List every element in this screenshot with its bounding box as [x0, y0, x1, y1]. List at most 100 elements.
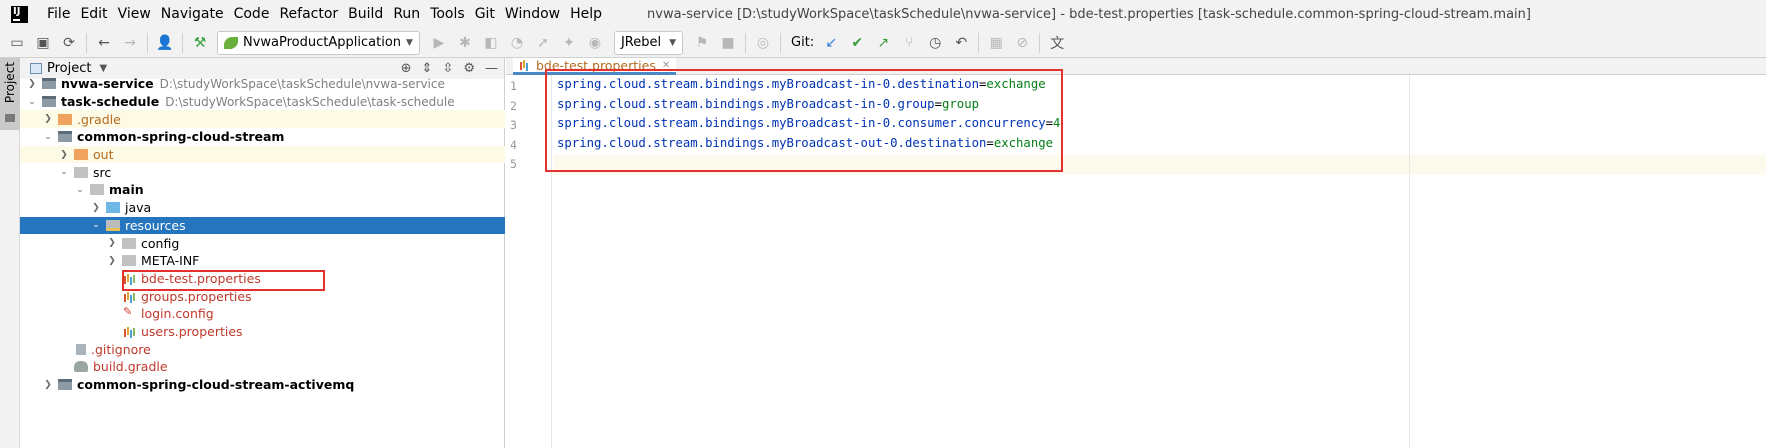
project-panel-title[interactable]: Project [47, 61, 91, 76]
tree-item-label: resources [125, 217, 186, 233]
git-merge-icon[interactable]: ⑂ [896, 30, 922, 56]
tree-item-label: META-INF [141, 253, 200, 269]
chevron-right-icon[interactable]: ❯ [106, 238, 118, 248]
menu-window[interactable]: Window [500, 0, 565, 28]
project-tool-window-tab[interactable]: Project [0, 58, 20, 130]
chevron-right-icon[interactable]: ❯ [106, 256, 118, 266]
expand-all-icon[interactable]: ⇕ [422, 61, 433, 76]
chevron-down-icon: ▼ [406, 37, 413, 48]
chevron-right-icon[interactable]: ❯ [90, 203, 102, 213]
save-all-icon[interactable]: ▣ [30, 30, 56, 56]
menu-git[interactable]: Git [470, 0, 500, 28]
menu-edit[interactable]: Edit [75, 0, 112, 28]
sync-icon[interactable]: ⟳ [56, 30, 82, 56]
git-commit-icon[interactable]: ✔ [844, 30, 870, 56]
search-everywhere-icon[interactable]: ◎ [750, 30, 776, 56]
chevron-down-icon[interactable]: ▼ [99, 63, 107, 74]
jrebel-run-icon[interactable]: ➚ [530, 30, 556, 56]
chevron-down-icon[interactable]: ⌄ [58, 167, 70, 177]
git-push-icon[interactable]: ↗ [870, 30, 896, 56]
menu-navigate[interactable]: Navigate [156, 0, 229, 28]
disabled-icon[interactable]: ⊘ [1009, 30, 1035, 56]
config-file-icon [122, 305, 136, 319]
tree-item-build-gradle[interactable]: build.gradle [20, 358, 505, 376]
tree-item-label: main [109, 182, 144, 198]
translate-icon[interactable]: 文 [1044, 30, 1070, 56]
line-number: 2 [510, 98, 517, 113]
chevron-right-icon[interactable]: ❯ [42, 114, 54, 124]
chart-icon[interactable]: ▦ [983, 30, 1009, 56]
jrebel-select[interactable]: JRebel ▼ [613, 30, 684, 55]
build-hammer-icon[interactable]: ⚒ [187, 30, 213, 56]
tree-item-common-spring-cloud-stream[interactable]: ⌄ common-spring-cloud-stream [20, 128, 505, 146]
menu-code[interactable]: Code [229, 0, 275, 28]
tree-item-out-folder[interactable]: ❯ out [20, 145, 505, 164]
back-arrow-icon[interactable]: ← [91, 30, 117, 56]
tree-item-common-spring-cloud-stream-activemq[interactable]: ❯ common-spring-cloud-stream-activemq [20, 376, 505, 394]
git-update-icon[interactable]: ↙ [818, 30, 844, 56]
git-history-icon[interactable]: ◷ [922, 30, 948, 56]
coverage-icon[interactable]: ◧ [478, 30, 504, 56]
menu-help[interactable]: Help [565, 0, 607, 28]
collapse-all-icon[interactable]: ⇳ [442, 61, 453, 76]
menu-tools[interactable]: Tools [425, 0, 470, 28]
resources-folder-icon [106, 219, 120, 231]
tree-item-resources-folder[interactable]: ⌄ resources [20, 216, 505, 235]
tree-item-src-folder[interactable]: ⌄ src [20, 163, 505, 181]
forward-arrow-icon[interactable]: → [117, 30, 143, 56]
tree-item-users-properties[interactable]: users.properties [20, 323, 505, 341]
chevron-down-icon[interactable]: ⌄ [90, 220, 102, 230]
menu-file[interactable]: File [42, 0, 75, 28]
toolbar-divider [745, 32, 747, 53]
chevron-down-icon[interactable]: ⌄ [26, 97, 38, 107]
gear-icon[interactable]: ⚙ [463, 61, 475, 76]
chevron-right-icon[interactable]: ❯ [26, 79, 38, 89]
open-folder-icon[interactable]: ▭ [4, 30, 30, 56]
menu-build[interactable]: Build [343, 0, 388, 28]
chevron-down-icon[interactable]: ⌄ [42, 132, 54, 142]
jrebel-debug-icon[interactable]: ✦ [556, 30, 582, 56]
spring-leaf-icon [224, 36, 238, 49]
tree-item-label: login.config [141, 306, 214, 322]
run-icon[interactable]: ▶ [426, 30, 452, 56]
debug-icon[interactable]: ✱ [452, 30, 478, 56]
menu-run[interactable]: Run [388, 0, 425, 28]
line-number: 4 [510, 137, 517, 152]
git-rollback-icon[interactable]: ↶ [948, 30, 974, 56]
menu-view[interactable]: View [113, 0, 156, 28]
tree-item-gitignore[interactable]: .gitignore [20, 340, 505, 358]
tree-item-meta-inf-folder[interactable]: ❯ META-INF [20, 252, 505, 270]
tree-item-task-schedule[interactable]: ⌄ task-schedule D:\studyWorkSpace\taskSc… [20, 93, 505, 111]
stop-icon[interactable]: ■ [715, 30, 741, 56]
intellij-logo-icon[interactable]: IJ [11, 5, 28, 23]
line-number: 1 [510, 79, 517, 93]
locate-file-icon[interactable]: ⊕ [401, 61, 412, 76]
left-tool-stripe: Project [0, 58, 20, 448]
toolbar-divider [1039, 32, 1041, 53]
tree-item-label: users.properties [141, 323, 243, 339]
user-dropdown-icon[interactable]: 👤 [152, 30, 178, 56]
tree-item-nvwa-service[interactable]: ❯ nvwa-service D:\studyWorkSpace\taskSch… [20, 75, 505, 93]
chevron-right-icon[interactable]: ❯ [58, 150, 70, 160]
toolbar-divider [978, 32, 980, 53]
chevron-down-icon[interactable]: ⌄ [74, 185, 86, 195]
tree-item-gradle-folder[interactable]: ❯ .gradle [20, 110, 505, 129]
folder-icon [90, 184, 104, 196]
profile-icon[interactable]: ◔ [504, 30, 530, 56]
tree-item-label: src [93, 164, 112, 180]
tree-item-label: common-spring-cloud-stream [77, 129, 285, 145]
run-configuration-select[interactable]: NvwaProductApplication ▼ [217, 30, 420, 55]
attach-icon[interactable]: ⚑ [689, 30, 715, 56]
jrebel-settings-icon[interactable]: ◉ [582, 30, 608, 56]
toolbar-divider [182, 32, 183, 53]
menu-refactor[interactable]: Refactor [274, 0, 343, 28]
folder-icon [122, 255, 136, 267]
toolbar-divider [780, 32, 782, 53]
tree-item-label: common-spring-cloud-stream-activemq [77, 377, 355, 393]
tree-item-main-folder[interactable]: ⌄ main [20, 181, 505, 199]
minimize-icon[interactable]: — [485, 61, 498, 76]
chevron-right-icon[interactable]: ❯ [42, 380, 54, 390]
tree-item-java-folder[interactable]: ❯ java [20, 199, 505, 217]
tree-item-config-folder[interactable]: ❯ config [20, 234, 505, 252]
tree-item-login-config[interactable]: login.config [20, 305, 505, 323]
